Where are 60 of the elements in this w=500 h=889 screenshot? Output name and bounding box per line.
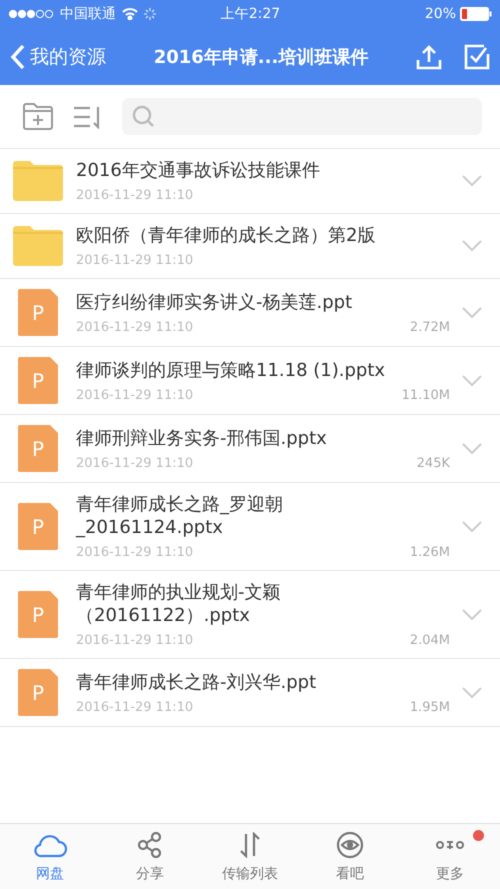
file-name[interactable]: 2016年交通事故诉讼技能课件 xyxy=(76,159,396,182)
ppt-file-icon: P xyxy=(18,503,58,550)
ppt-file-icon: P xyxy=(18,425,58,472)
file-name[interactable]: 青年律师成长之路-刘兴华.ppt xyxy=(76,670,396,694)
chevron-down-icon[interactable] xyxy=(462,175,482,187)
file-size: 1.95M xyxy=(410,700,450,714)
tab-item[interactable]: 更多 xyxy=(400,824,500,889)
file-size: 1.26M xyxy=(410,545,450,560)
file-name[interactable]: 欧阳侨（青年律师的成长之路）第2版 xyxy=(76,224,396,247)
file-date: 2016-11-29 11:10 xyxy=(76,633,194,648)
tab-item[interactable]: 传输列表 xyxy=(200,824,300,889)
chevron-down-icon[interactable] xyxy=(462,240,482,252)
back-icon[interactable] xyxy=(10,44,26,70)
file-size: 245K xyxy=(416,456,450,470)
file-name[interactable]: 医疗纠纷律师实务讲义-杨美莲.ppt xyxy=(76,290,396,314)
file-name[interactable]: 律师刑辩业务实务-邢伟国.pptx xyxy=(76,426,396,450)
ppt-file-icon: P xyxy=(18,357,58,404)
share-icon xyxy=(137,832,163,858)
search-icon xyxy=(132,104,156,128)
search-field[interactable] xyxy=(122,98,482,135)
ppt-file-icon: P xyxy=(18,669,58,716)
new-folder-icon[interactable] xyxy=(22,102,54,130)
tab-item[interactable]: 看吧 xyxy=(300,824,400,889)
file-size: 2.72M xyxy=(410,320,450,334)
upload-icon[interactable] xyxy=(416,44,442,70)
file-size: 2.04M xyxy=(410,633,450,648)
chevron-down-icon[interactable] xyxy=(462,442,482,454)
chevron-down-icon[interactable] xyxy=(462,520,482,532)
eye-icon xyxy=(336,830,364,858)
file-date: 2016-11-29 11:10 xyxy=(76,700,194,714)
file-date: 2016-11-29 11:10 xyxy=(76,388,194,402)
back-button[interactable]: 我的资源 xyxy=(10,44,106,70)
folder-icon xyxy=(13,226,63,266)
battery-icon xyxy=(460,7,492,21)
loading-icon xyxy=(144,8,156,20)
file-name[interactable]: 律师谈判的原理与策略11.18 (1).pptx xyxy=(76,358,396,382)
ppt-file-icon: P xyxy=(18,591,58,638)
chevron-down-icon[interactable] xyxy=(462,686,482,698)
file-date: 2016-11-29 11:10 xyxy=(76,456,194,470)
file-date: 2016-11-29 11:10 xyxy=(76,253,194,268)
ppt-file-icon: P xyxy=(18,289,58,336)
file-date: 2016-11-29 11:10 xyxy=(76,545,194,560)
wifi-icon xyxy=(122,8,138,20)
file-size: 11.10M xyxy=(402,388,450,402)
signal-icon xyxy=(8,9,54,19)
file-name[interactable]: 青年律师成长之路_罗迎朝_20161124.pptx xyxy=(76,493,396,539)
tab-item[interactable]: 分享 xyxy=(100,824,200,889)
file-date: 2016-11-29 11:10 xyxy=(76,320,194,334)
file-name[interactable]: 青年律师的执业规划-文颖（20161122）.pptx xyxy=(76,581,396,627)
folder-icon xyxy=(13,161,63,201)
nav-title: 2016年申请...培训班课件 xyxy=(152,46,370,68)
file-date: 2016-11-29 11:10 xyxy=(76,188,194,203)
chevron-down-icon[interactable] xyxy=(462,608,482,620)
carrier-name: 中国联通 xyxy=(60,5,116,23)
battery-percent: 20% xyxy=(424,6,456,22)
select-checkbox-icon[interactable] xyxy=(464,44,490,70)
status-time: 上午2:27 xyxy=(220,5,282,23)
chevron-down-icon[interactable] xyxy=(462,306,482,318)
chevron-down-icon[interactable] xyxy=(462,374,482,386)
tab-item[interactable]: 网盘 xyxy=(0,824,100,889)
